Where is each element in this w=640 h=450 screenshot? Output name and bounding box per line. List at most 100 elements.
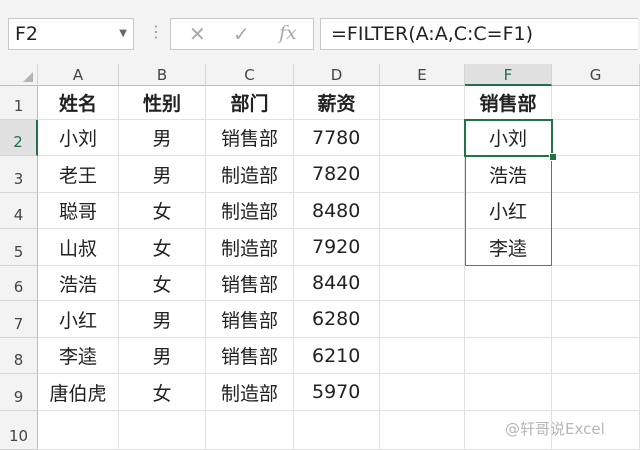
- cell-g1[interactable]: [552, 86, 640, 120]
- cell-g7[interactable]: [552, 301, 640, 338]
- cell-c1[interactable]: 部门: [206, 86, 294, 120]
- select-all-button[interactable]: [0, 64, 38, 86]
- cell-d1[interactable]: 薪资: [294, 86, 380, 120]
- cell-e10[interactable]: [380, 411, 465, 450]
- cell-f8[interactable]: [465, 338, 552, 374]
- cell-b1[interactable]: 性别: [119, 86, 206, 120]
- cell-f4[interactable]: 小红: [465, 193, 552, 229]
- cell-d9[interactable]: 5970: [294, 374, 380, 411]
- cell-d4[interactable]: 8480: [294, 193, 380, 229]
- cell-a10[interactable]: [38, 411, 119, 450]
- cell-a7[interactable]: 小红: [38, 301, 119, 338]
- cell-c4[interactable]: 制造部: [206, 193, 294, 229]
- row-number: 8: [13, 351, 24, 369]
- cell-c5[interactable]: 制造部: [206, 229, 294, 266]
- row-number: 10: [8, 427, 29, 445]
- column-header-c[interactable]: C: [206, 64, 294, 86]
- cell-g8[interactable]: [552, 338, 640, 374]
- cell-f1[interactable]: 销售部: [465, 86, 552, 120]
- row-header-5[interactable]: 5: [0, 229, 38, 266]
- cell-c7[interactable]: 销售部: [206, 301, 294, 338]
- column-header-f[interactable]: F: [465, 64, 552, 86]
- cell-g9[interactable]: [552, 374, 640, 411]
- cell-e9[interactable]: [380, 374, 465, 411]
- formula-toolbar: F2 ▼ ⋮ ✕ ✓ fx =FILTER(A:A,C:C=F1): [0, 0, 640, 65]
- cell-g6[interactable]: [552, 266, 640, 301]
- cell-c3[interactable]: 制造部: [206, 156, 294, 193]
- cell-a6[interactable]: 浩浩: [38, 266, 119, 301]
- column-header-d[interactable]: D: [294, 64, 380, 86]
- cell-c10[interactable]: [206, 411, 294, 450]
- cell-b8[interactable]: 男: [119, 338, 206, 374]
- cell-e8[interactable]: [380, 338, 465, 374]
- cell-g5[interactable]: [552, 229, 640, 266]
- cell-f2[interactable]: 小刘: [465, 120, 552, 156]
- cell-g3[interactable]: [552, 156, 640, 193]
- row-header-10[interactable]: 10: [0, 411, 38, 450]
- cell-e2[interactable]: [380, 120, 465, 156]
- column-header-e[interactable]: E: [380, 64, 465, 86]
- cell-a3[interactable]: 老王: [38, 156, 119, 193]
- cell-g2[interactable]: [552, 120, 640, 156]
- cell-d5[interactable]: 7920: [294, 229, 380, 266]
- cell-b3[interactable]: 男: [119, 156, 206, 193]
- cell-a9[interactable]: 唐伯虎: [38, 374, 119, 411]
- cell-a4[interactable]: 聪哥: [38, 193, 119, 229]
- column-header-b[interactable]: B: [119, 64, 206, 86]
- more-options-icon[interactable]: ⋮: [148, 22, 165, 41]
- cell-f9[interactable]: [465, 374, 552, 411]
- cell-f3[interactable]: 浩浩: [465, 156, 552, 193]
- row-header-6[interactable]: 6: [0, 266, 38, 301]
- row-number: 7: [13, 315, 24, 333]
- cell-d3[interactable]: 7820: [294, 156, 380, 193]
- cell-d6[interactable]: 8440: [294, 266, 380, 301]
- row-header-7[interactable]: 7: [0, 301, 38, 338]
- enter-icon[interactable]: ✓: [233, 22, 250, 46]
- cell-d10[interactable]: [294, 411, 380, 450]
- cell-e7[interactable]: [380, 301, 465, 338]
- cell-b7[interactable]: 男: [119, 301, 206, 338]
- cell-f7[interactable]: [465, 301, 552, 338]
- cell-d2[interactable]: 7780: [294, 120, 380, 156]
- cell-d7[interactable]: 6280: [294, 301, 380, 338]
- row-header-8[interactable]: 8: [0, 338, 38, 374]
- cell-e1[interactable]: [380, 86, 465, 120]
- column-header-g[interactable]: G: [552, 64, 640, 86]
- cell-a1[interactable]: 姓名: [38, 86, 119, 120]
- cell-c6[interactable]: 销售部: [206, 266, 294, 301]
- cell-b10[interactable]: [119, 411, 206, 450]
- cell-f5[interactable]: 李逵: [465, 229, 552, 266]
- row-header-2[interactable]: 2: [0, 120, 38, 156]
- row-header-9[interactable]: 9: [0, 374, 38, 411]
- cell-b2[interactable]: 男: [119, 120, 206, 156]
- row-header-4[interactable]: 4: [0, 193, 38, 229]
- cell-e4[interactable]: [380, 193, 465, 229]
- cell-c9[interactable]: 制造部: [206, 374, 294, 411]
- chevron-down-icon[interactable]: ▼: [119, 28, 127, 39]
- insert-function-icon[interactable]: fx: [279, 22, 297, 44]
- row-header-1[interactable]: 1: [0, 86, 38, 120]
- cell-b4[interactable]: 女: [119, 193, 206, 229]
- cell-a2[interactable]: 小刘: [38, 120, 119, 156]
- cell-a8[interactable]: 李逵: [38, 338, 119, 374]
- cell-e6[interactable]: [380, 266, 465, 301]
- cell-b9[interactable]: 女: [119, 374, 206, 411]
- cell-c2[interactable]: 销售部: [206, 120, 294, 156]
- row-header-3[interactable]: 3: [0, 156, 38, 193]
- name-box-value: F2: [15, 23, 39, 45]
- cell-d8[interactable]: 6210: [294, 338, 380, 374]
- cell-b6[interactable]: 女: [119, 266, 206, 301]
- formula-text: =FILTER(A:A,C:C=F1): [331, 23, 534, 45]
- cancel-icon[interactable]: ✕: [189, 22, 206, 46]
- fill-handle[interactable]: [549, 153, 557, 161]
- cell-g4[interactable]: [552, 193, 640, 229]
- cell-b5[interactable]: 女: [119, 229, 206, 266]
- cell-e3[interactable]: [380, 156, 465, 193]
- cell-f6[interactable]: [465, 266, 552, 301]
- cell-a5[interactable]: 山叔: [38, 229, 119, 266]
- cell-c8[interactable]: 销售部: [206, 338, 294, 374]
- column-header-a[interactable]: A: [38, 64, 119, 86]
- name-box[interactable]: F2 ▼: [8, 18, 134, 50]
- cell-e5[interactable]: [380, 229, 465, 266]
- formula-input[interactable]: =FILTER(A:A,C:C=F1): [320, 18, 638, 50]
